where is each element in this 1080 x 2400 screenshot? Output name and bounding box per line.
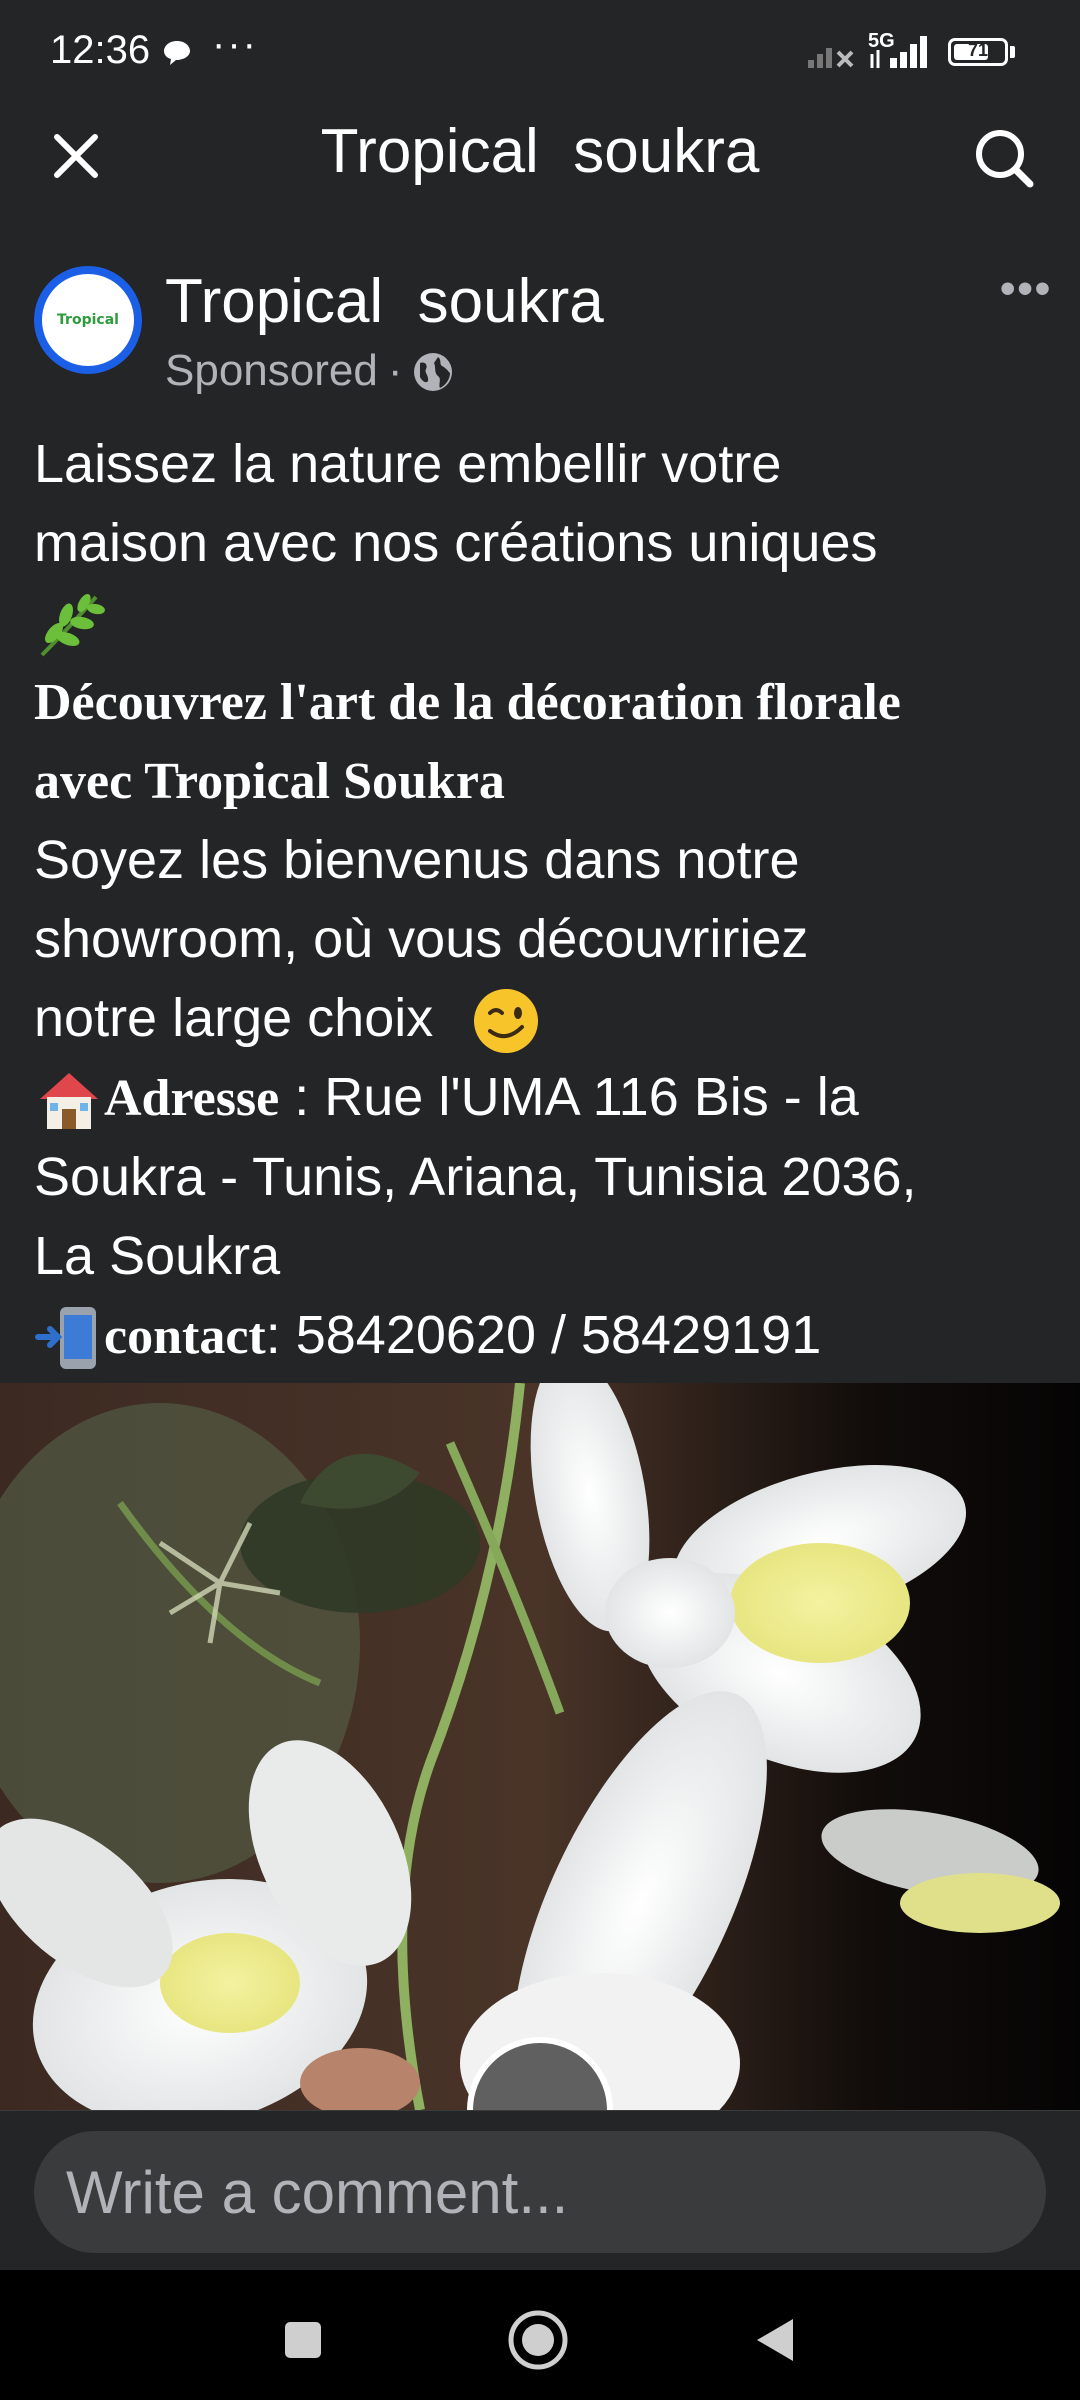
signal-strength-icon [868,28,938,75]
herb-emoji-line [34,583,1054,663]
post-media-video[interactable] [0,1383,1080,2110]
comment-bar [0,2110,1080,2271]
post-line: Laissez la nature embellir votre [34,434,782,494]
post-header: Tropical Tropical soukra Sponsored · ••• [0,250,1080,410]
post-line-text: notre large choix [34,987,434,1048]
separator-dot: · [387,346,403,395]
post-line-bold: avec Tropical Soukra [34,752,505,810]
post-line-with-emoji: notre large choix [34,979,1054,1058]
address-line: Adresse : Rue l'UMA 116 Bis - la [34,1058,1054,1138]
search-button[interactable] [966,120,1042,196]
system-nav-bar [0,2270,1080,2400]
globe-icon [414,353,453,391]
recents-icon [285,2322,321,2358]
back-button[interactable] [740,2305,810,2375]
back-icon [757,2319,793,2361]
comment-input[interactable] [34,2131,1046,2253]
contact-text[interactable]: : 58420620 / 58429191 [266,1305,822,1365]
post-line: Soukra - Tunis, Ariana, Tunisia 2036, [34,1146,917,1207]
signal-no-service-icon [806,36,858,75]
contact-label: contact [104,1307,266,1365]
battery-percent: 71 [967,40,989,60]
battery-tip [1010,46,1015,58]
app-header: Tropical soukra [0,100,1080,210]
phone-arrow-icon [35,1307,96,1370]
post-line: La Soukra [34,1225,281,1286]
status-time: 12:36 [50,28,151,72]
post-line: Soyez les bienvenus dans notre [34,829,800,890]
sponsored-row: Sponsored · [165,346,454,396]
status-more-icon: ··· [212,22,258,66]
post-more-button[interactable]: ••• [1000,264,1052,314]
address-label: Adresse [104,1069,280,1127]
page-title: Tropical soukra [320,117,760,186]
avatar-logo: Tropical [42,274,134,366]
home-icon [508,2310,568,2370]
herb-icon [40,593,105,657]
post-line: maison avec nos créations uniques [34,513,878,573]
sponsored-label[interactable]: Sponsored [165,346,378,396]
chat-bubble-icon [162,38,192,73]
post-page-name[interactable]: Tropical soukra [165,266,604,337]
orchid-image [0,1383,1080,2110]
status-bar: 12:36 ··· 5G 71 [0,0,1080,100]
battery-icon: 71 [948,38,1008,66]
address-text: : Rue l'UMA 116 Bis - la [279,1066,859,1127]
recents-button[interactable] [268,2305,338,2375]
home-button[interactable] [503,2305,573,2375]
search-icon [976,130,1034,188]
house-icon [40,1073,98,1130]
post-message: Laissez la nature embellir votre maison … [34,425,1054,1376]
avatar-logo-text: Tropical [57,312,119,328]
post-line-bold: Découvrez l'art de la décoration florale [34,673,901,731]
contact-line: contact: 58420620 / 58429191 [34,1296,1054,1376]
avatar[interactable]: Tropical [34,266,142,374]
winking-face-icon [474,989,539,1054]
post-line: showroom, où vous découvririez [34,908,809,969]
